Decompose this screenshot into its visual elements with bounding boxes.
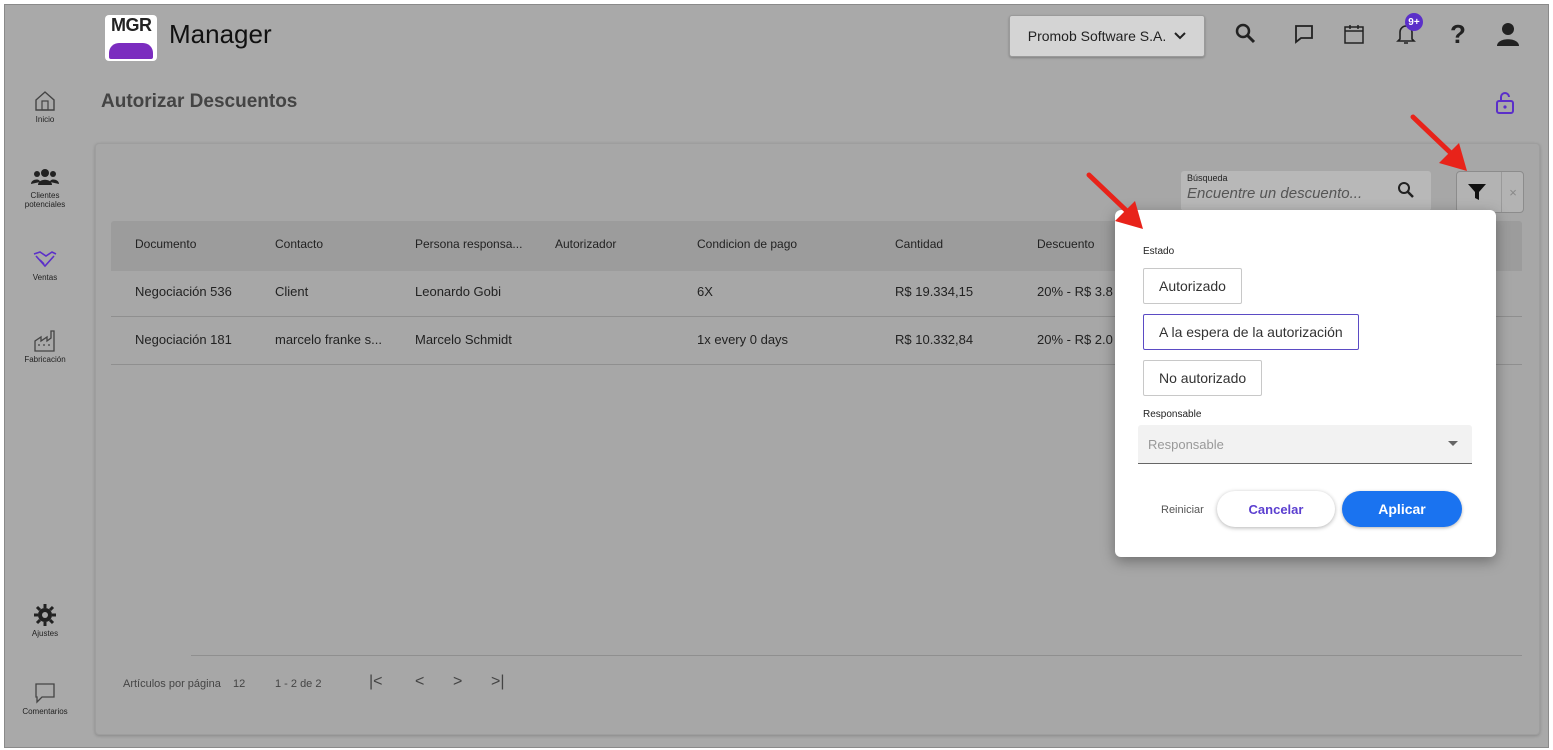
table-cell: Marcelo Schmidt xyxy=(415,332,512,347)
sidebar-item-clientes[interactable]: Clientes potenciales xyxy=(5,163,85,209)
column-header[interactable]: Autorizador xyxy=(555,237,616,251)
app-title: Manager xyxy=(169,19,272,49)
home-icon xyxy=(5,87,85,115)
responsable-select[interactable]: Responsable xyxy=(1138,425,1472,464)
comment-icon xyxy=(5,679,85,707)
status-option-autorizado[interactable]: Autorizado xyxy=(1143,268,1242,304)
sidebar-item-ventas[interactable]: Ventas xyxy=(5,245,85,282)
next-page-icon[interactable]: > xyxy=(453,673,462,691)
sidebar-label-ventas: Ventas xyxy=(32,273,58,282)
column-header[interactable]: Contacto xyxy=(275,237,323,251)
chat-icon[interactable] xyxy=(1287,17,1321,51)
notifications-button[interactable]: 9+ xyxy=(1389,13,1423,51)
user-avatar-icon[interactable] xyxy=(1491,17,1525,51)
table-cell: 6X xyxy=(697,284,713,299)
table-cell: marcelo franke s... xyxy=(275,332,382,347)
page-title: Autorizar Descuentos xyxy=(101,91,298,112)
help-icon[interactable]: ? xyxy=(1441,17,1475,51)
logo-text: MGR xyxy=(111,15,152,35)
column-header[interactable]: Documento xyxy=(135,237,196,251)
sidebar-label-clientes: Clientes potenciales xyxy=(24,191,66,209)
app-window: MGR Manager Promob Software S.A. 9+ ? In… xyxy=(4,4,1549,748)
column-header[interactable]: Descuento xyxy=(1037,237,1094,251)
items-per-page-label: Artículos por página xyxy=(123,678,221,690)
chevron-down-icon xyxy=(1174,32,1186,40)
table-cell: R$ 19.334,15 xyxy=(895,284,974,299)
first-page-icon[interactable]: |< xyxy=(369,673,383,691)
clear-filter-icon[interactable]: × xyxy=(1501,172,1524,212)
company-selector[interactable]: Promob Software S.A. xyxy=(1009,15,1205,57)
table-cell: 20% - R$ 3.8 xyxy=(1037,284,1113,299)
status-option-no-autorizado[interactable]: No autorizado xyxy=(1143,360,1263,396)
responsable-label: Responsable xyxy=(1143,409,1202,420)
table-cell: 20% - R$ 2.0 xyxy=(1037,332,1113,347)
pagination-divider xyxy=(191,655,1522,656)
sidebar-item-inicio[interactable]: Inicio xyxy=(5,87,85,124)
annotation-arrow-icon xyxy=(1086,172,1143,229)
column-header[interactable]: Persona responsa... xyxy=(415,237,522,251)
table-cell: R$ 10.332,84 xyxy=(895,332,974,347)
pagination-range: 1 - 2 de 2 xyxy=(275,678,322,690)
estado-label: Estado xyxy=(1143,246,1175,257)
filter-button-group: × xyxy=(1456,171,1524,213)
handshake-icon xyxy=(5,245,85,273)
responsable-placeholder: Responsable xyxy=(1148,437,1224,452)
calendar-icon[interactable] xyxy=(1337,17,1371,51)
table-cell: Leonardo Gobi xyxy=(415,284,502,299)
apply-button[interactable]: Aplicar xyxy=(1342,491,1462,527)
table-cell[interactable]: Negociación 536 xyxy=(135,284,232,299)
dropdown-arrow-icon xyxy=(1448,441,1458,446)
filter-icon[interactable] xyxy=(1457,172,1497,212)
sidebar-item-comentarios[interactable]: Comentarios xyxy=(5,679,85,716)
filter-popup: Estado Autorizado A la espera de la auto… xyxy=(1115,210,1496,557)
column-header[interactable]: Condicion de pago xyxy=(697,237,797,251)
sidebar-item-fabricacion[interactable]: Fabricación xyxy=(5,327,85,364)
previous-page-icon[interactable]: < xyxy=(415,673,424,691)
annotation-arrow-icon xyxy=(1410,114,1467,171)
cancel-button[interactable]: Cancelar xyxy=(1217,491,1335,527)
sidebar-item-ajustes[interactable]: Ajustes xyxy=(5,601,85,638)
sidebar-label-ajustes: Ajustes xyxy=(31,629,59,638)
search-field[interactable]: Búsqueda Encuentre un descuento... xyxy=(1181,171,1431,212)
table-cell: 1x every 0 days xyxy=(697,332,789,347)
sidebar-label-comentarios: Comentarios xyxy=(22,707,68,716)
search-label: Búsqueda xyxy=(1187,173,1228,183)
reset-button[interactable]: Reiniciar xyxy=(1161,504,1204,516)
app-logo[interactable]: MGR xyxy=(105,15,157,61)
logo-shape xyxy=(109,43,153,59)
company-name: Promob Software S.A. xyxy=(1027,28,1167,44)
sidebar-label-fabricacion: Fabricación xyxy=(24,355,66,364)
notification-badge: 9+ xyxy=(1405,13,1423,31)
search-icon[interactable] xyxy=(1397,181,1415,202)
last-page-icon[interactable]: >| xyxy=(491,673,505,691)
table-cell[interactable]: Negociación 181 xyxy=(135,332,232,347)
column-header[interactable]: Cantidad xyxy=(895,237,943,251)
status-option-pending[interactable]: A la espera de la autorización xyxy=(1143,314,1359,350)
search-icon[interactable] xyxy=(1229,17,1263,51)
lock-icon[interactable] xyxy=(1495,91,1515,118)
gear-icon xyxy=(5,601,85,629)
factory-icon xyxy=(5,327,85,355)
table-cell: Client xyxy=(275,284,309,299)
search-input[interactable]: Encuentre un descuento... xyxy=(1187,185,1362,202)
items-per-page-select[interactable]: 12 xyxy=(233,678,245,690)
users-icon xyxy=(5,163,85,191)
sidebar-label-inicio: Inicio xyxy=(35,115,55,124)
